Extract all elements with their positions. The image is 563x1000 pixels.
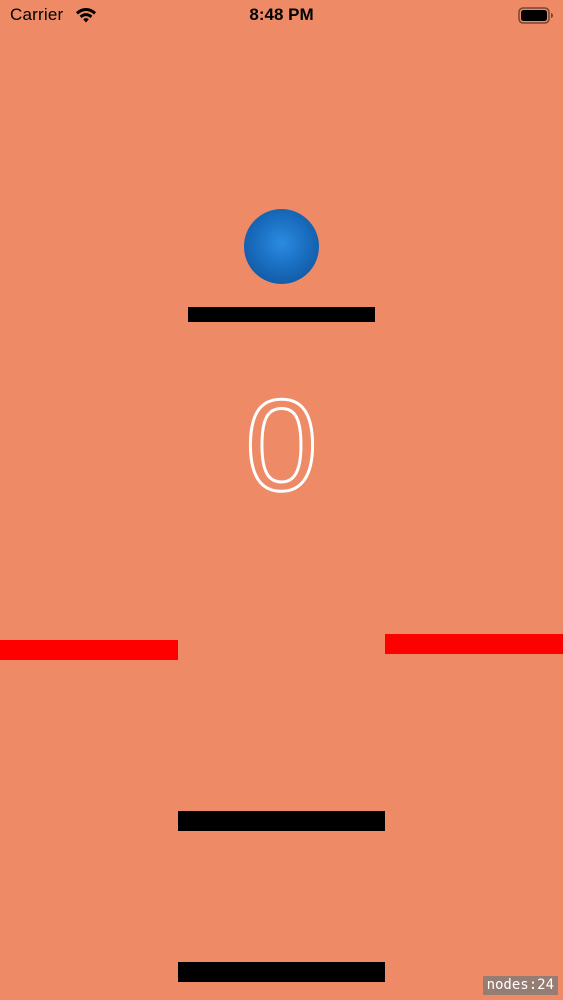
platform-top (188, 307, 375, 322)
game-scene[interactable]: 0 (0, 0, 563, 1000)
obstacle-left (0, 640, 178, 660)
obstacle-right (385, 634, 563, 654)
player-ball (244, 209, 319, 284)
platform-bottom (178, 962, 385, 982)
platform-middle (178, 811, 385, 831)
node-count-label: nodes:24 (482, 976, 558, 995)
score-display: 0 (244, 371, 319, 520)
